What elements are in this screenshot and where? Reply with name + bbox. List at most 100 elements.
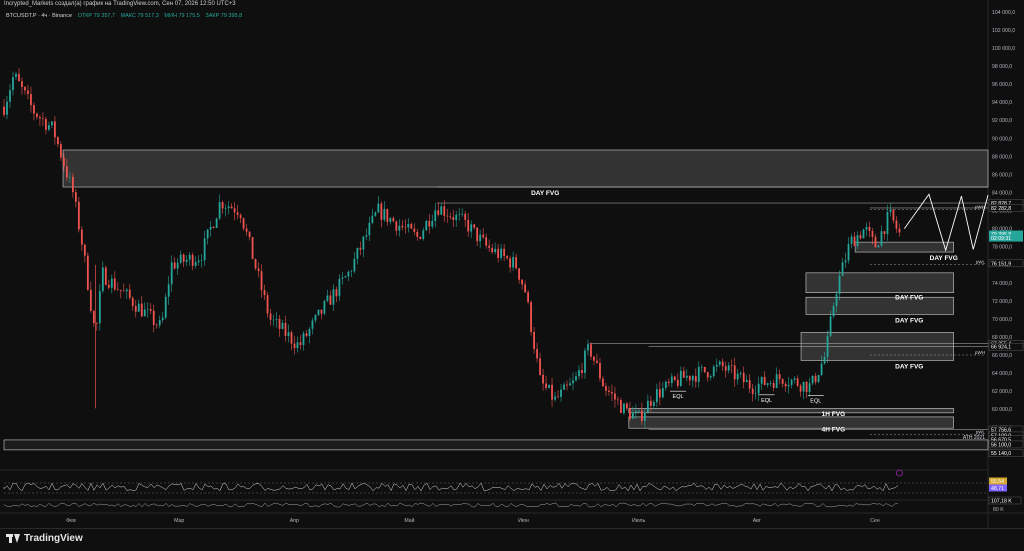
candle-body	[158, 320, 161, 326]
candle-body	[272, 319, 275, 321]
x-tick-label: Сен	[870, 518, 880, 524]
pw-level-label: pWH	[975, 350, 985, 355]
candle-body	[694, 375, 697, 382]
candle-body	[344, 276, 347, 278]
candle-body	[584, 350, 586, 373]
candle-body	[440, 206, 443, 215]
eql-label: EQL	[810, 399, 821, 405]
candle-body	[611, 391, 613, 394]
y-tick-label: 74 000,0	[992, 281, 1012, 287]
candle-body	[578, 370, 580, 377]
candle-body	[751, 388, 754, 394]
x-tick-label: Мар	[174, 518, 184, 524]
candle-body	[371, 215, 374, 223]
candle-body	[431, 220, 434, 227]
candle-body	[697, 366, 700, 382]
candle-body	[89, 289, 92, 311]
candle-body	[832, 306, 835, 317]
candle-body	[404, 227, 407, 228]
candle-body	[386, 208, 389, 222]
candle-body	[293, 343, 296, 349]
candle-body	[479, 234, 482, 242]
candle-body	[203, 238, 206, 261]
y-tick-label: 100 000,0	[992, 46, 1015, 52]
candle-body	[661, 387, 664, 398]
y-tick-label: 86 000,0	[992, 172, 1012, 178]
candle-body	[113, 278, 116, 290]
candle-body	[152, 310, 155, 325]
candle-body	[260, 271, 263, 291]
candle-body	[329, 295, 332, 305]
candle-body	[629, 408, 631, 419]
y-tick-label: 64 000,0	[992, 371, 1012, 377]
candle-body	[841, 262, 844, 276]
candle-body	[506, 256, 509, 259]
candle-body	[868, 226, 871, 232]
osc-badge-label: 48,71	[991, 486, 1004, 492]
candle-body	[39, 117, 41, 119]
candle-body	[775, 374, 778, 388]
candle-body	[389, 218, 392, 222]
fvg-label: 4H FVG	[822, 427, 845, 434]
candle-body	[551, 384, 553, 400]
candle-body	[452, 217, 455, 220]
candle-body	[709, 376, 712, 378]
candle-body	[781, 379, 784, 384]
candle-body	[227, 206, 230, 209]
fvg-zone	[805, 272, 954, 294]
candle-body	[209, 226, 212, 230]
price-chart[interactable]: 104 000,0 102 000,0 100 000,0 98 000,0 96 00…	[0, 0, 1024, 528]
candle-body	[715, 364, 718, 367]
candle-body	[257, 268, 260, 272]
eql-label: EQL	[761, 398, 772, 404]
candle-body	[889, 209, 892, 213]
fvg-label: DAY FVG	[895, 317, 923, 324]
candle-body	[233, 208, 236, 213]
candle-body	[74, 192, 77, 202]
candle-body	[308, 328, 311, 336]
candle-body	[590, 344, 592, 357]
footer-bar: TradingView	[0, 528, 1024, 551]
candle-body	[21, 81, 23, 87]
candle-body	[602, 378, 604, 387]
candle-body	[416, 231, 419, 237]
candle-body	[458, 214, 461, 216]
candle-body	[341, 277, 344, 279]
candle-body	[871, 231, 874, 237]
candle-body	[745, 380, 748, 383]
y-tick-label: 104 000,0	[992, 10, 1015, 16]
candle-body	[880, 231, 883, 246]
candle-body	[437, 210, 440, 215]
y-tick-label: 94 000,0	[992, 100, 1012, 106]
candle-body	[164, 296, 167, 318]
candle-body	[461, 213, 464, 215]
candle-body	[119, 289, 122, 291]
candle-body	[12, 77, 14, 91]
candle-body	[512, 257, 515, 268]
candle-body	[24, 86, 26, 91]
fvg-zone	[62, 149, 989, 188]
candle-body	[766, 383, 769, 385]
candle-body	[407, 223, 410, 228]
candle-body	[509, 258, 512, 268]
candle-body	[823, 357, 826, 364]
candle-body	[772, 383, 775, 388]
candle-body	[527, 292, 529, 302]
candle-body	[251, 237, 254, 260]
x-tick-label: Авг	[753, 518, 761, 524]
candle-body	[518, 268, 521, 280]
candle-body	[413, 228, 416, 232]
tradingview-logo[interactable]: TradingView	[6, 533, 83, 544]
candle-body	[383, 208, 386, 220]
fvg-zone	[805, 296, 954, 315]
candle-body	[248, 231, 251, 238]
y-tick-label: 60 000,0	[992, 407, 1012, 413]
y-tick-label: 72 000,0	[992, 299, 1012, 305]
candle-body	[398, 225, 401, 231]
y-tick-label: 88 000,0	[992, 154, 1012, 160]
candle-body	[605, 386, 607, 391]
candle-body	[395, 221, 398, 231]
candle-body	[236, 212, 239, 215]
candle-body	[131, 297, 134, 307]
candle-body	[835, 293, 838, 307]
